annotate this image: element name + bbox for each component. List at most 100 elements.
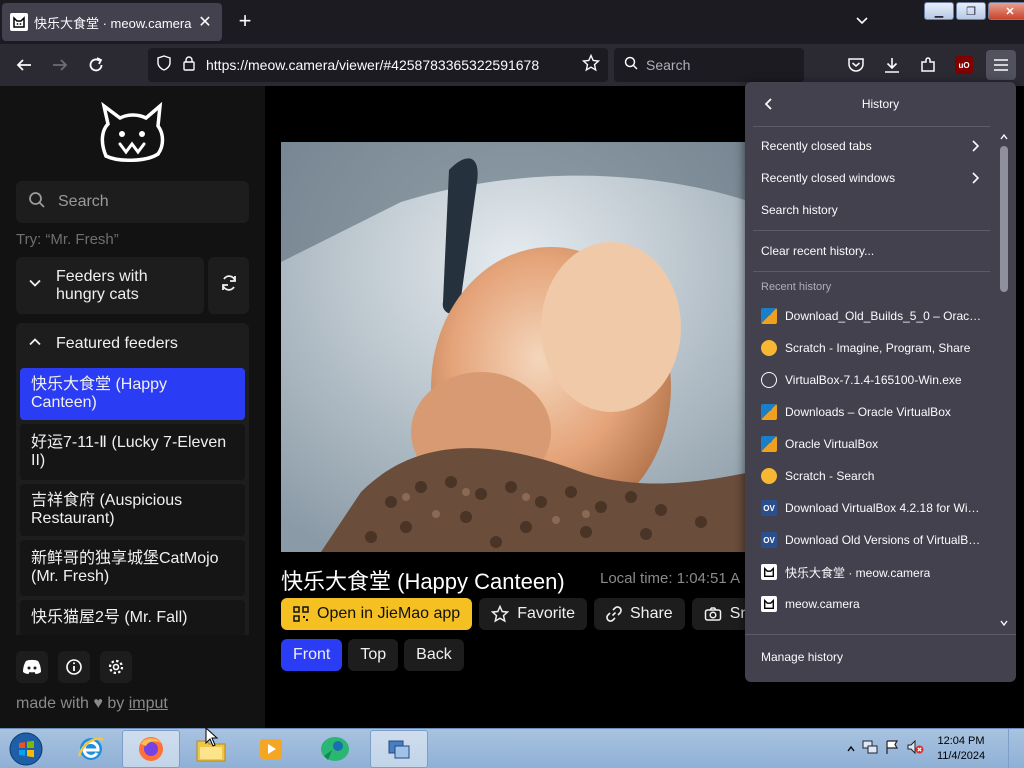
scrollbar-thumb[interactable]: [1000, 146, 1008, 292]
open-app-button[interactable]: Open in JieMao app: [281, 598, 473, 630]
clock-time: 12:04 PM: [937, 735, 985, 747]
back-view-button[interactable]: Back: [404, 639, 464, 671]
history-item[interactable]: OV Download Old Versions of VirtualBo...: [753, 524, 990, 556]
scratch-icon: [761, 340, 777, 356]
history-item[interactable]: VirtualBox-7.1.4-165100-Win.exe: [753, 364, 990, 396]
network-icon[interactable]: [862, 739, 878, 760]
back-chevron-icon[interactable]: [759, 94, 779, 114]
history-item[interactable]: Download_Old_Builds_5_0 – Oracle ...: [753, 300, 990, 332]
discord-icon[interactable]: [16, 651, 48, 683]
refresh-button[interactable]: [208, 257, 249, 314]
recently-closed-windows-item[interactable]: Recently closed windows: [753, 163, 990, 193]
chevron-right-icon: [970, 171, 980, 188]
feeder-item[interactable]: 快乐大食堂 (Happy Canteen): [20, 368, 245, 420]
forward-arrow-icon[interactable]: [48, 53, 72, 77]
lock-icon[interactable]: [182, 55, 196, 76]
start-button-icon[interactable]: [6, 731, 46, 767]
scroll-down-icon[interactable]: [997, 618, 1011, 628]
gear-icon[interactable]: [100, 651, 132, 683]
heart-icon: ♥: [93, 695, 103, 712]
app-bird-icon[interactable]: [306, 730, 364, 768]
virtualbox-icon: [761, 308, 777, 324]
hamburger-menu-icon[interactable]: [986, 50, 1016, 80]
clear-recent-history-item[interactable]: Clear recent history...: [753, 236, 990, 266]
cat-favicon-icon: [10, 13, 28, 31]
star-icon: [491, 605, 510, 623]
restore-icon[interactable]: ❐: [956, 2, 986, 20]
virtualbox-taskbar-icon[interactable]: [370, 730, 428, 768]
share-button[interactable]: Share: [594, 598, 685, 630]
back-arrow-icon[interactable]: [12, 53, 36, 77]
download-icon[interactable]: [880, 53, 904, 77]
volume-muted-icon[interactable]: [906, 739, 924, 760]
ublock-icon[interactable]: uO: [952, 53, 976, 77]
history-item[interactable]: Scratch - Search: [753, 460, 990, 492]
divider: [753, 230, 990, 231]
minimize-icon[interactable]: ▁: [924, 2, 954, 20]
browser-tab[interactable]: 快乐大食堂 · meow.camera ✕: [2, 3, 222, 41]
chevron-down-icon[interactable]: [855, 13, 869, 32]
bookmark-star-icon[interactable]: [581, 53, 601, 77]
info-icon[interactable]: [58, 651, 90, 683]
hungry-feeders-toggle[interactable]: Feeders with hungry cats: [16, 257, 204, 314]
meow-camera-logo-icon[interactable]: [98, 101, 168, 164]
camera-video-feed[interactable]: [281, 142, 751, 552]
history-scrollbar[interactable]: [997, 130, 1011, 630]
window-close-icon[interactable]: ✕: [988, 2, 1024, 20]
system-tray: [846, 739, 924, 760]
show-desktop-button[interactable]: [1008, 729, 1024, 768]
refresh-icon: [220, 274, 238, 297]
hungry-feeders-label: Feeders with hungry cats: [56, 267, 148, 303]
pocket-icon[interactable]: [844, 53, 868, 77]
extensions-icon[interactable]: [916, 53, 940, 77]
chevron-down-icon: [28, 276, 42, 295]
sidebar: Search Try: “Mr. Fresh” Feeders with hun…: [0, 86, 265, 728]
history-item[interactable]: Scratch - Imagine, Program, Share: [753, 332, 990, 364]
new-tab-icon[interactable]: +: [234, 10, 256, 32]
featured-feeders-toggle[interactable]: Featured feeders: [16, 323, 249, 365]
taskbar-clock[interactable]: 12:04 PM 11/4/2024: [936, 734, 986, 764]
top-view-button[interactable]: Top: [348, 639, 399, 671]
search-history-item[interactable]: Search history: [753, 195, 990, 225]
recently-closed-tabs-item[interactable]: Recently closed tabs: [753, 131, 990, 161]
action-center-flag-icon[interactable]: [884, 739, 900, 760]
sidebar-search-input[interactable]: Search: [16, 181, 249, 223]
internet-explorer-icon[interactable]: [62, 730, 120, 768]
ov-site-icon: OV: [761, 500, 777, 516]
feeder-list: 快乐大食堂 (Happy Canteen) 好运7-11-Ⅱ (Lucky 7-…: [16, 365, 249, 635]
mouse-cursor-icon: [205, 726, 219, 752]
author-link[interactable]: imput: [129, 695, 168, 712]
scratch-icon: [761, 468, 777, 484]
feeder-item[interactable]: 吉祥食府 (Auspicious Restaurant): [20, 484, 245, 536]
history-header: History: [745, 82, 1016, 126]
manage-history-item[interactable]: Manage history: [753, 642, 1008, 672]
virtualbox-icon: [761, 404, 777, 420]
favorite-button[interactable]: Favorite: [479, 598, 587, 630]
feeder-item[interactable]: 好运7-11-Ⅱ (Lucky 7-Eleven II): [20, 424, 245, 480]
close-tab-icon[interactable]: ✕: [196, 12, 214, 32]
reload-icon[interactable]: [84, 53, 108, 77]
firefox-taskbar-icon[interactable]: [122, 730, 180, 768]
ov-site-icon: OV: [761, 532, 777, 548]
scroll-up-icon[interactable]: [997, 132, 1011, 142]
shield-icon[interactable]: [156, 54, 172, 76]
feeder-item[interactable]: 快乐猫屋2号 (Mr. Fall): [20, 600, 245, 635]
tray-expand-icon[interactable]: [846, 741, 856, 759]
link-icon: [606, 606, 622, 622]
history-item[interactable]: meow.camera: [753, 588, 990, 620]
history-item[interactable]: OV Download VirtualBox 4.2.18 for Win...: [753, 492, 990, 524]
url-bar[interactable]: https://meow.camera/viewer/#425878336532…: [148, 48, 608, 82]
history-item[interactable]: Downloads – Oracle VirtualBox: [753, 396, 990, 428]
history-item[interactable]: Oracle VirtualBox: [753, 428, 990, 460]
cat-favicon-icon: [761, 564, 777, 580]
search-field[interactable]: Search: [614, 48, 804, 82]
front-view-button[interactable]: Front: [281, 639, 343, 671]
feeder-item[interactable]: 新鲜哥的独享城堡CatMojo (Mr. Fresh): [20, 540, 245, 596]
url-text[interactable]: https://meow.camera/viewer/#425878336532…: [206, 57, 539, 73]
media-player-icon[interactable]: [242, 730, 300, 768]
made-with-credit: made with ♥ by imput: [16, 695, 168, 712]
history-panel: History Recently closed tabs Recently cl…: [745, 82, 1016, 682]
history-item[interactable]: 快乐大食堂 · meow.camera: [753, 556, 990, 588]
camera-icon: [704, 607, 721, 621]
action-buttons: Open in JieMao app Favorite Share Sn: [281, 598, 762, 630]
